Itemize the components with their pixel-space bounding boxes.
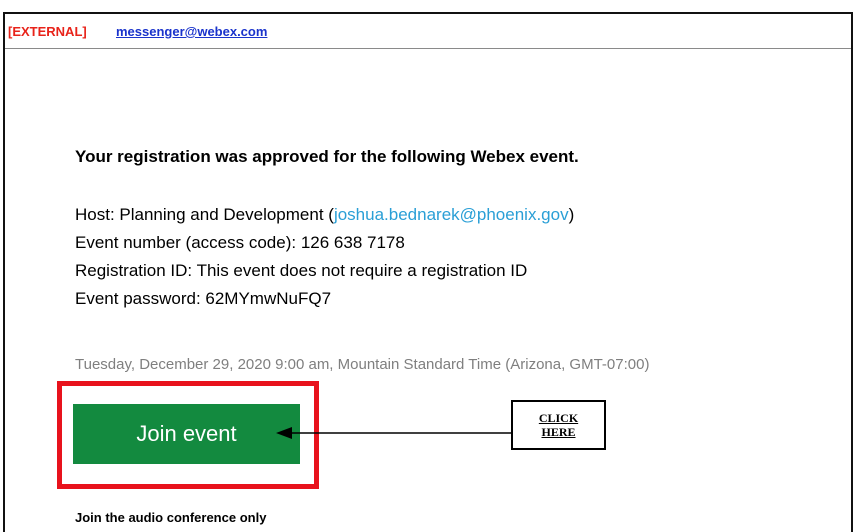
event-datetime: Tuesday, December 29, 2020 9:00 am, Moun… [75, 356, 650, 373]
external-tag: [EXTERNAL] [8, 24, 87, 39]
click-here-line2: HERE [541, 425, 576, 439]
host-suffix: ) [568, 205, 575, 224]
click-here-line1: CLICK [538, 411, 579, 425]
host-label: Host: Planning and Development ( [75, 205, 334, 224]
click-here-annotation: CLICK HERE [511, 400, 606, 450]
event-number: Event number (access code): 126 638 7178 [75, 233, 405, 252]
sender-email-link[interactable]: messenger@webex.com [116, 24, 267, 39]
arrow-left-icon [276, 427, 512, 439]
join-event-button[interactable]: Join event [73, 404, 300, 464]
email-headline: Your registration was approved for the f… [75, 147, 579, 166]
event-password: Event password: 62MYmwNuFQ7 [75, 289, 332, 308]
host-line: Host: Planning and Development (joshua.b… [75, 201, 574, 229]
host-email-link[interactable]: joshua.bednarek@phoenix.gov [334, 205, 569, 224]
registration-id: Registration ID: This event does not req… [75, 261, 528, 280]
audio-conference-heading: Join the audio conference only [75, 510, 267, 525]
event-details: Host: Planning and Development (joshua.b… [75, 201, 574, 313]
